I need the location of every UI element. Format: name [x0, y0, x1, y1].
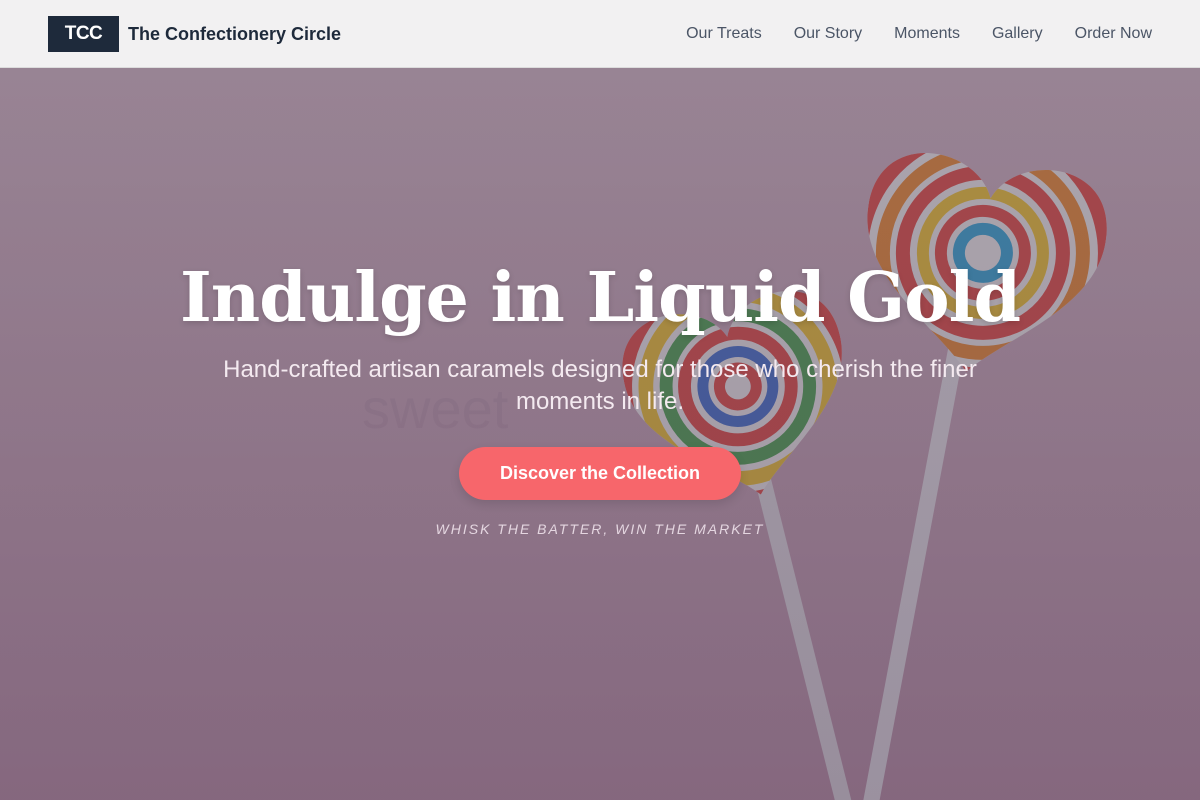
hero-title: Indulge in Liquid Gold	[180, 258, 1021, 338]
nav-our-treats[interactable]: Our Treats	[686, 25, 762, 43]
hero-section: sweet	[0, 68, 1200, 800]
logo-badge: TCC	[48, 16, 119, 52]
hero-subtitle: Hand-crafted artisan caramels designed f…	[223, 356, 977, 415]
page: TCC The Confectionery Circle Our Treats …	[0, 0, 1200, 800]
discover-collection-button[interactable]: Discover the Collection	[459, 447, 741, 500]
main-nav: Our Treats Our Story Moments Gallery Ord…	[654, 0, 1152, 68]
logo-link[interactable]: TCC The Confectionery Circle	[48, 16, 341, 52]
nav-our-story[interactable]: Our Story	[794, 25, 862, 43]
hero-overlay	[0, 68, 1200, 800]
brand-name: The Confectionery Circle	[128, 23, 342, 44]
nav-moments[interactable]: Moments	[894, 25, 960, 43]
site-header: TCC The Confectionery Circle Our Treats …	[0, 0, 1200, 68]
hero-tagline: WHISK THE BATTER, WIN THE MARKET	[435, 521, 765, 537]
nav-gallery[interactable]: Gallery	[992, 25, 1043, 43]
nav-order-now[interactable]: Order Now	[1075, 25, 1152, 43]
